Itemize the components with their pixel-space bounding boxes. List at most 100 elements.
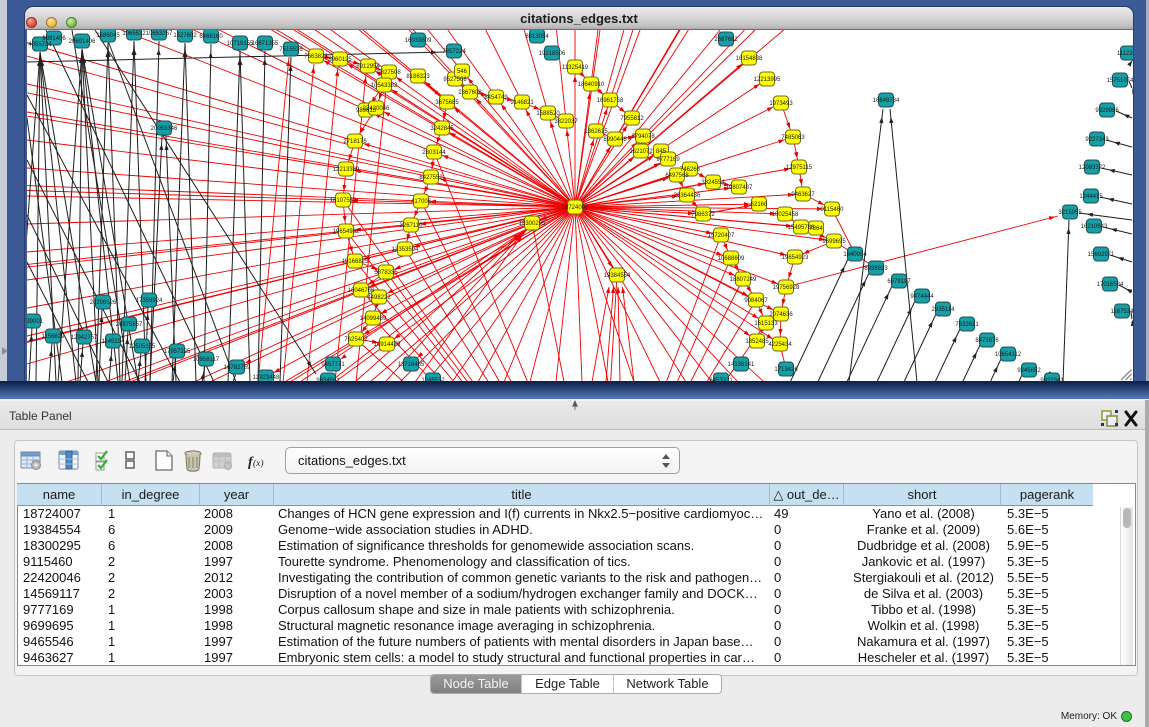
svg-text:8186323: 8186323	[406, 74, 430, 80]
svg-text:9891406: 9891406	[42, 36, 66, 42]
svg-text:19654982: 19654982	[333, 229, 360, 235]
svg-text:8427552: 8427552	[419, 175, 443, 181]
svg-text:15692971: 15692971	[1088, 252, 1115, 258]
svg-text:12213995: 12213995	[754, 77, 781, 83]
svg-text:19166825: 19166825	[342, 259, 369, 265]
svg-text:15720407: 15720407	[708, 233, 735, 239]
svg-text:7632621: 7632621	[955, 322, 979, 328]
svg-text:16782759: 16782759	[224, 365, 251, 371]
svg-text:18640910: 18640910	[578, 82, 605, 88]
svg-text:1621072: 1621072	[629, 149, 653, 155]
svg-text:9457771: 9457771	[321, 362, 345, 368]
svg-text:7485063: 7485063	[781, 135, 805, 141]
svg-text:7625402: 7625402	[344, 337, 368, 343]
svg-text:2803144: 2803144	[422, 150, 446, 156]
svg-text:9527508: 9527508	[443, 77, 467, 83]
svg-text:1686045: 1686045	[96, 33, 120, 39]
svg-text:19218506: 19218506	[539, 51, 566, 57]
svg-text:7864: 7864	[809, 226, 823, 232]
svg-text:9115460: 9115460	[821, 207, 845, 213]
svg-text:439001: 439001	[27, 319, 44, 325]
svg-text:1973493: 1973493	[769, 101, 793, 107]
svg-text:3824554: 3824554	[701, 180, 725, 186]
svg-text:1713426: 1713426	[774, 367, 798, 373]
svg-text:7857224: 7857224	[442, 49, 466, 55]
svg-text:10958117: 10958117	[193, 357, 220, 363]
svg-text:3267110: 3267110	[400, 223, 424, 229]
svg-text:1065532: 1065532	[122, 31, 146, 37]
svg-text:22420046: 22420046	[363, 106, 390, 112]
svg-text:7986372: 7986372	[691, 212, 715, 218]
svg-text:16033809: 16033809	[405, 38, 432, 44]
svg-text:16107553: 16107553	[330, 198, 357, 204]
svg-text:16154838: 16154838	[736, 56, 763, 62]
svg-text:2935114: 2935114	[932, 307, 956, 313]
svg-text:6794078: 6794078	[631, 134, 655, 140]
svg-text:3215955: 3215955	[1058, 210, 1082, 216]
svg-text:20364436: 20364436	[674, 193, 701, 199]
svg-text:1112205: 1112205	[1117, 51, 1133, 57]
svg-text:18807249: 18807249	[730, 277, 757, 283]
svg-text:9245652: 9245652	[1017, 368, 1041, 374]
svg-text:10807487: 10807487	[726, 185, 753, 191]
svg-text:7955812: 7955812	[620, 116, 644, 122]
svg-text:4225434: 4225434	[768, 342, 792, 348]
svg-text:18300295: 18300295	[519, 221, 546, 227]
svg-text:62160: 62160	[751, 202, 768, 208]
svg-text:417006: 417006	[411, 199, 432, 205]
svg-text:16961758: 16961758	[597, 98, 624, 104]
svg-text:1145194: 1145194	[102, 339, 126, 345]
svg-text:3242845: 3242845	[430, 126, 454, 132]
svg-text:2687682: 2687682	[714, 37, 738, 43]
svg-text:9329966: 9329966	[1095, 108, 1119, 114]
svg-text:10719155: 10719155	[227, 41, 254, 47]
svg-text:18724007: 18724007	[562, 205, 589, 211]
svg-text:6466160: 6466160	[199, 34, 223, 40]
svg-text:6497568: 6497568	[665, 173, 689, 179]
svg-text:(x): (x)	[253, 458, 264, 469]
svg-text:14136141: 14136141	[728, 362, 755, 368]
svg-text:9777169: 9777169	[656, 157, 680, 163]
svg-text:12093372: 12093372	[1079, 165, 1106, 171]
svg-text:4498222: 4498222	[367, 295, 391, 301]
svg-text:9463627: 9463627	[791, 192, 815, 198]
svg-text:9474444: 9474444	[910, 294, 934, 300]
svg-text:1852485: 1852485	[745, 339, 769, 345]
svg-text:12353594: 12353594	[392, 247, 419, 253]
svg-text:16914479: 16914479	[374, 342, 401, 348]
svg-text:1244415: 1244415	[1079, 194, 1103, 200]
svg-text:19384554: 19384554	[604, 273, 631, 279]
svg-text:8960125: 8960125	[328, 57, 352, 63]
svg-text:16648784: 16648784	[873, 98, 900, 104]
svg-text:12213389: 12213389	[333, 167, 360, 173]
svg-text:7515526: 7515526	[279, 47, 303, 53]
svg-text:1167534: 1167534	[1111, 309, 1133, 315]
svg-text:19756928: 19756928	[773, 285, 800, 291]
svg-text:9827508: 9827508	[377, 70, 401, 76]
svg-text:9146821: 9146821	[510, 100, 534, 106]
svg-text:1527602: 1527602	[173, 33, 197, 39]
svg-text:1615133: 1615133	[754, 321, 778, 327]
svg-text:9227343: 9227343	[1085, 137, 1109, 143]
svg-text:17359924: 17359924	[136, 298, 163, 304]
svg-text:9699695: 9699695	[822, 239, 846, 245]
svg-text:6679197: 6679197	[887, 279, 911, 285]
svg-text:1588520: 1588520	[536, 111, 560, 117]
svg-text:11325419: 11325419	[562, 65, 589, 71]
svg-text:8454749: 8454749	[484, 95, 508, 101]
svg-text:20691406: 20691406	[69, 39, 96, 45]
svg-text:10543382: 10543382	[371, 83, 398, 89]
svg-text:14099489: 14099489	[360, 316, 387, 322]
svg-text:1156829: 1156829	[42, 334, 66, 340]
svg-text:9084067: 9084067	[744, 298, 768, 304]
svg-text:20053346: 20053346	[151, 126, 178, 132]
svg-text:2367608: 2367608	[458, 90, 482, 96]
svg-text:20975857: 20975857	[116, 322, 143, 328]
svg-text:16671355: 16671355	[252, 41, 279, 47]
svg-text:15751074: 15751074	[1107, 78, 1133, 84]
svg-text:16046766: 16046766	[348, 288, 375, 294]
svg-text:4055724: 4055724	[28, 42, 52, 48]
svg-text:7663822: 7663822	[304, 54, 328, 60]
svg-text:1362615: 1362615	[584, 129, 608, 135]
svg-text:19654923: 19654923	[782, 255, 809, 261]
